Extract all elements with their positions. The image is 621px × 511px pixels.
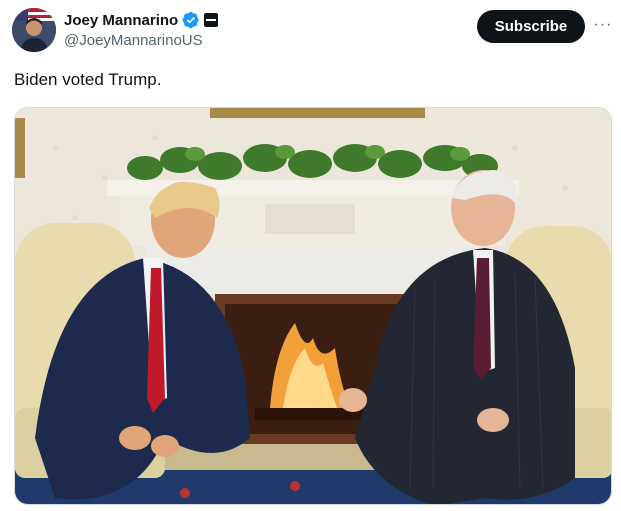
post-image[interactable] — [14, 107, 612, 505]
post-text: Biden voted Trump. — [14, 70, 162, 89]
author-display-name[interactable]: Joey Mannarino — [64, 12, 178, 29]
subscribe-button[interactable]: Subscribe — [477, 10, 585, 43]
tweet: Joey Mannarino @JoeyMannarinoUS Subscrib… — [0, 0, 621, 511]
photo-illustration — [15, 108, 611, 504]
author-name-row: Joey Mannarino — [64, 10, 219, 30]
verified-badge-icon[interactable] — [182, 11, 200, 29]
author-handle[interactable]: @JoeyMannarinoUS — [64, 32, 203, 49]
avatar[interactable] — [12, 8, 56, 52]
avatar-image — [12, 8, 56, 52]
more-options-icon[interactable]: ··· — [592, 14, 614, 36]
affiliate-badge-icon[interactable] — [204, 13, 219, 27]
